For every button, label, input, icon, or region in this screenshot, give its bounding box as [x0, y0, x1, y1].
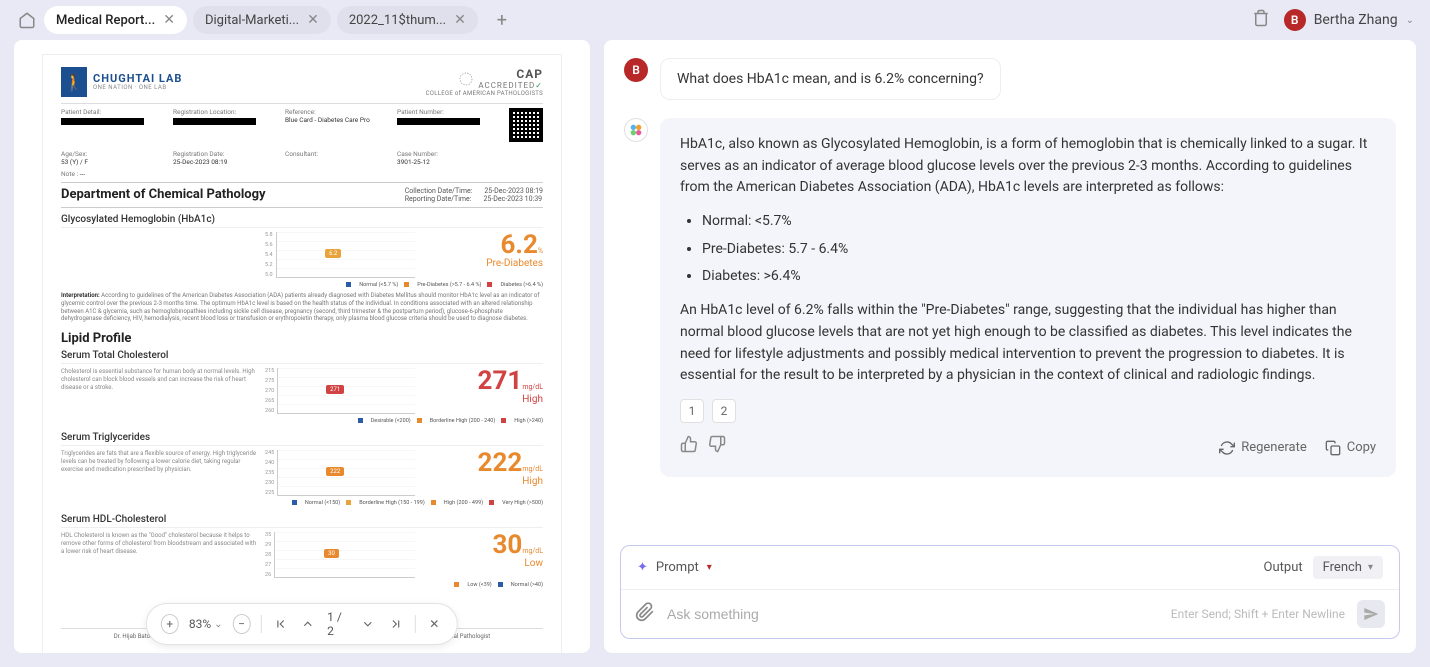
language-selector[interactable]: French ▾: [1313, 556, 1383, 579]
chat-body[interactable]: B What does HbA1c mean, and is 6.2% conc…: [604, 40, 1416, 545]
zoom-out-button[interactable]: −: [233, 614, 251, 634]
avatar: B: [1284, 9, 1306, 31]
close-toolbar-button[interactable]: ✕: [425, 614, 443, 634]
topbar: Medical Report... ✕ Digital-Marketi... ✕…: [0, 0, 1430, 40]
avatar: B: [624, 58, 648, 82]
tab-label: Medical Report...: [56, 13, 155, 28]
last-page-button[interactable]: [387, 614, 405, 634]
accreditation: CAP ACCREDITED✓ COLLEGE of AMERICAN PATH…: [426, 67, 543, 97]
user-message: B What does HbA1c mean, and is 6.2% conc…: [624, 58, 1396, 100]
chat-panel: B What does HbA1c mean, and is 6.2% conc…: [604, 40, 1416, 653]
lab-name: CHUGHTAI LAB: [93, 73, 182, 84]
next-page-button[interactable]: [359, 614, 377, 634]
user-menu[interactable]: B Bertha Zhang ⌄: [1284, 9, 1414, 31]
test-hba1c: Glycosylated Hemoglobin (HbA1c) 5.85.65.…: [61, 214, 543, 323]
send-button[interactable]: [1357, 600, 1385, 628]
pdf-toolbar: + 83%⌄ − 1 / 2 ✕: [146, 603, 458, 645]
bot-message: HbA1c, also known as Glycosylated Hemogl…: [624, 118, 1396, 477]
prompt-selector[interactable]: ✦ Prompt ▾: [637, 560, 712, 575]
tab-label: 2022_11$thum...: [349, 13, 446, 28]
user-name: Bertha Zhang: [1314, 12, 1398, 28]
response-pagination: 1 2: [680, 399, 1376, 423]
qr-code: [509, 108, 543, 142]
page-1-button[interactable]: 1: [680, 399, 704, 423]
tab-label: Digital-Marketi...: [205, 13, 299, 28]
document-panel: 🚶 CHUGHTAI LAB ONE NATION · ONE LAB CAP: [14, 40, 590, 653]
thumbs-up-button[interactable]: [680, 435, 698, 461]
copy-button[interactable]: Copy: [1325, 438, 1376, 458]
dept-title: Department of Chemical Pathology: [61, 187, 266, 203]
zoom-select[interactable]: 83%⌄: [189, 617, 223, 631]
close-icon[interactable]: ✕: [307, 12, 319, 28]
prev-page-button[interactable]: [299, 614, 317, 634]
lab-tagline: ONE NATION · ONE LAB: [93, 84, 182, 91]
tab-digital-marketing[interactable]: Digital-Marketi... ✕: [193, 6, 331, 34]
chat-input-area: ✦ Prompt ▾ Output French ▾: [620, 545, 1400, 639]
message-bubble: What does HbA1c mean, and is 6.2% concer…: [660, 58, 1001, 100]
thumbs-down-button[interactable]: [708, 435, 726, 461]
zoom-in-button[interactable]: +: [161, 614, 179, 634]
sparkle-icon: ✦: [637, 560, 648, 575]
chat-input[interactable]: [667, 606, 1159, 622]
lab-logo: 🚶 CHUGHTAI LAB ONE NATION · ONE LAB: [61, 67, 182, 97]
document-page: 🚶 CHUGHTAI LAB ONE NATION · ONE LAB CAP: [42, 54, 562, 653]
test-cholesterol: Serum Total Cholesterol Cholesterol is e…: [61, 350, 543, 424]
regenerate-button[interactable]: Regenerate: [1219, 438, 1307, 458]
page-2-button[interactable]: 2: [712, 399, 736, 423]
test-hdl: Serum HDL-Cholesterol HDL Cholesterol is…: [61, 514, 543, 588]
first-page-button[interactable]: [271, 614, 289, 634]
document-scroll[interactable]: 🚶 CHUGHTAI LAB ONE NATION · ONE LAB CAP: [14, 40, 590, 653]
lab-icon: 🚶: [61, 67, 87, 97]
close-icon[interactable]: ✕: [454, 12, 466, 28]
attach-button[interactable]: [635, 602, 655, 626]
tabs: Medical Report... ✕ Digital-Marketi... ✕…: [44, 6, 514, 34]
page-indicator: 1 / 2: [327, 610, 349, 638]
cap-title: CAP: [478, 67, 543, 81]
cap-foot: COLLEGE of AMERICAN PATHOLOGISTS: [426, 90, 543, 97]
chevron-down-icon: ▾: [707, 562, 712, 573]
close-icon[interactable]: ✕: [163, 12, 175, 28]
chevron-down-icon: ⌄: [1406, 15, 1414, 26]
output-label: Output: [1264, 560, 1303, 575]
tab-thumbnail[interactable]: 2022_11$thum... ✕: [337, 6, 478, 34]
bot-response: HbA1c, also known as Glycosylated Hemogl…: [660, 118, 1396, 477]
input-hint: Enter Send; Shift + Enter Newline: [1171, 607, 1345, 621]
trash-button[interactable]: [1252, 9, 1270, 31]
add-tab-button[interactable]: +: [490, 8, 514, 32]
chevron-down-icon: ▾: [1368, 562, 1373, 573]
home-button[interactable]: [16, 9, 38, 31]
tab-medical-report[interactable]: Medical Report... ✕: [44, 6, 187, 34]
bot-avatar: [624, 118, 648, 142]
test-triglycerides: Serum Triglycerides Triglycerides are fa…: [61, 432, 543, 506]
